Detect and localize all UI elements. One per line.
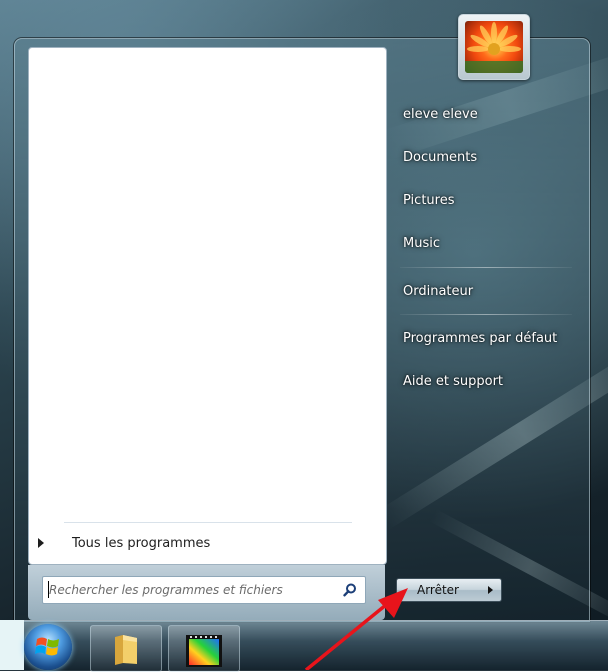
folder-icon — [115, 635, 137, 665]
search-icon[interactable] — [339, 579, 361, 601]
start-button[interactable] — [24, 624, 72, 670]
flower-picture-icon — [465, 21, 523, 73]
user-picture[interactable] — [458, 14, 530, 80]
default-programs-link[interactable]: Programmes par défaut — [398, 323, 581, 353]
text-caret — [48, 581, 49, 598]
all-programs-item[interactable]: Tous les programmes — [34, 531, 364, 555]
documents-label: Documents — [403, 149, 478, 165]
search-input[interactable] — [43, 578, 339, 602]
taskbar-explorer-button[interactable] — [90, 625, 162, 672]
shutdown-label: Arrêter — [416, 583, 459, 597]
pictures-label: Pictures — [403, 192, 455, 208]
shutdown-button[interactable]: Arrêter — [396, 578, 480, 602]
windows-start-icon — [35, 637, 59, 656]
expand-arrow-icon — [38, 538, 44, 548]
help-support-label: Aide et support — [403, 373, 504, 389]
music-label: Music — [403, 235, 440, 251]
right-divider — [400, 314, 572, 315]
computer-link[interactable]: Ordinateur — [398, 276, 581, 306]
pictures-link[interactable]: Pictures — [398, 185, 581, 215]
movie-maker-icon — [186, 635, 222, 667]
chevron-right-icon — [487, 586, 493, 594]
search-box[interactable] — [42, 576, 366, 604]
help-support-link[interactable]: Aide et support — [398, 366, 581, 396]
user-folder-label: eleve eleve — [403, 106, 478, 122]
right-divider — [400, 267, 572, 268]
default-programs-label: Programmes par défaut — [403, 330, 558, 346]
music-link[interactable]: Music — [398, 228, 581, 258]
programs-panel — [28, 47, 387, 565]
programs-divider — [64, 522, 352, 523]
shutdown-options-button[interactable] — [479, 578, 502, 602]
taskbar-movie-maker-button[interactable] — [168, 625, 240, 672]
all-programs-label: Tous les programmes — [72, 535, 211, 551]
user-folder-link[interactable]: eleve eleve — [398, 99, 581, 129]
documents-link[interactable]: Documents — [398, 142, 581, 172]
computer-label: Ordinateur — [403, 283, 474, 299]
